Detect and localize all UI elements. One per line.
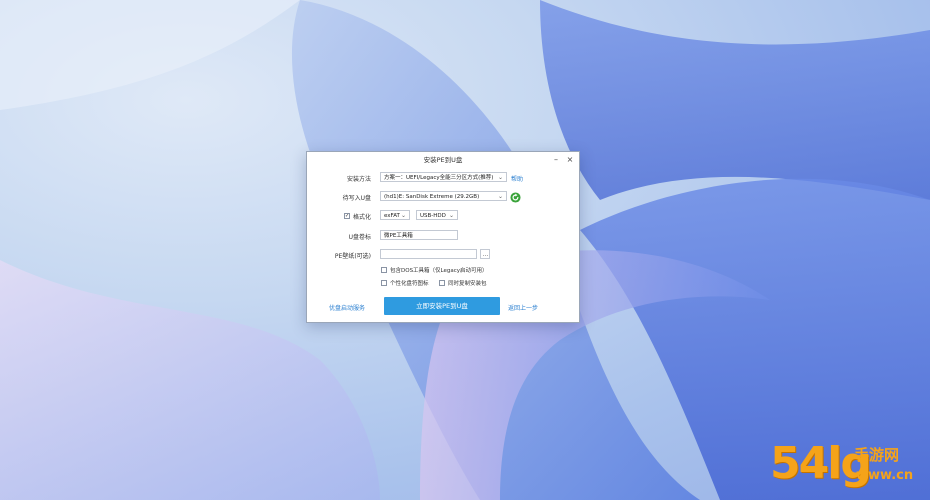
drive-value: (hd1)E: SanDisk Extreme (29.2GB) [384,194,480,200]
custom-icon-label: 个性化盘符图标 [390,281,429,287]
volume-value: 微PE工具箱 [384,233,413,239]
boot-mode-value: USB-HDD [420,213,446,219]
scheme-select[interactable]: 方案一：UEFI/Legacy全能三分区方式(推荐) ⌄ [380,172,507,182]
copy-package-label: 同时复制安装包 [448,281,487,287]
chevron-down-icon: ⌄ [400,212,406,219]
minimize-button[interactable]: – [551,155,561,165]
wallpaper-input[interactable] [380,249,477,259]
wallpaper-label: PE壁纸(可选) [334,253,371,260]
copy-package-checkbox[interactable] [439,280,445,286]
browse-button[interactable]: ... [480,249,490,259]
volume-input[interactable]: 微PE工具箱 [380,230,458,240]
dialog-title: 安装PE到U盘 [423,156,463,164]
refresh-icon[interactable] [510,192,521,203]
drive-select[interactable]: (hd1)E: SanDisk Extreme (29.2GB) ⌄ [380,191,507,201]
close-button[interactable]: × [565,155,575,165]
filesystem-select[interactable]: exFAT ⌄ [380,210,410,220]
scheme-label: 安装方法 [346,176,371,183]
volume-label: U盘卷标 [348,234,371,241]
boot-mode-select[interactable]: USB-HDD ⌄ [416,210,458,220]
back-link[interactable]: 返回上一步 [508,303,538,312]
drive-label: 待写入U盘 [342,195,371,202]
usb-boot-service-link[interactable]: 优盘启动服务 [329,303,365,312]
chevron-down-icon: ⌄ [497,193,503,200]
format-checkbox[interactable]: ✓ [344,213,350,219]
custom-icon-checkbox[interactable] [381,280,387,286]
install-now-button[interactable]: 立即安装PE到U盘 [384,297,500,315]
watermark-url: www.cn [856,468,914,483]
chevron-down-icon: ⌄ [497,174,503,181]
format-label: 格式化 [353,214,372,221]
watermark-brand: 手游网 [854,446,900,464]
dos-toolbox-checkbox[interactable] [381,267,387,273]
install-pe-dialog: 安装PE到U盘 – × 安装方法 方案一：UEFI/Legacy全能三分区方式(… [306,151,580,323]
scheme-value: 方案一：UEFI/Legacy全能三分区方式(推荐) [384,175,494,181]
chevron-down-icon: ⌄ [448,212,454,219]
dos-toolbox-label: 包含DOS工具箱（仅Legacy启动可用） [390,268,488,274]
site-watermark: 54lg 手游网 www.cn [770,438,920,494]
filesystem-value: exFAT [384,213,400,219]
help-link[interactable]: 帮助 [511,174,523,183]
